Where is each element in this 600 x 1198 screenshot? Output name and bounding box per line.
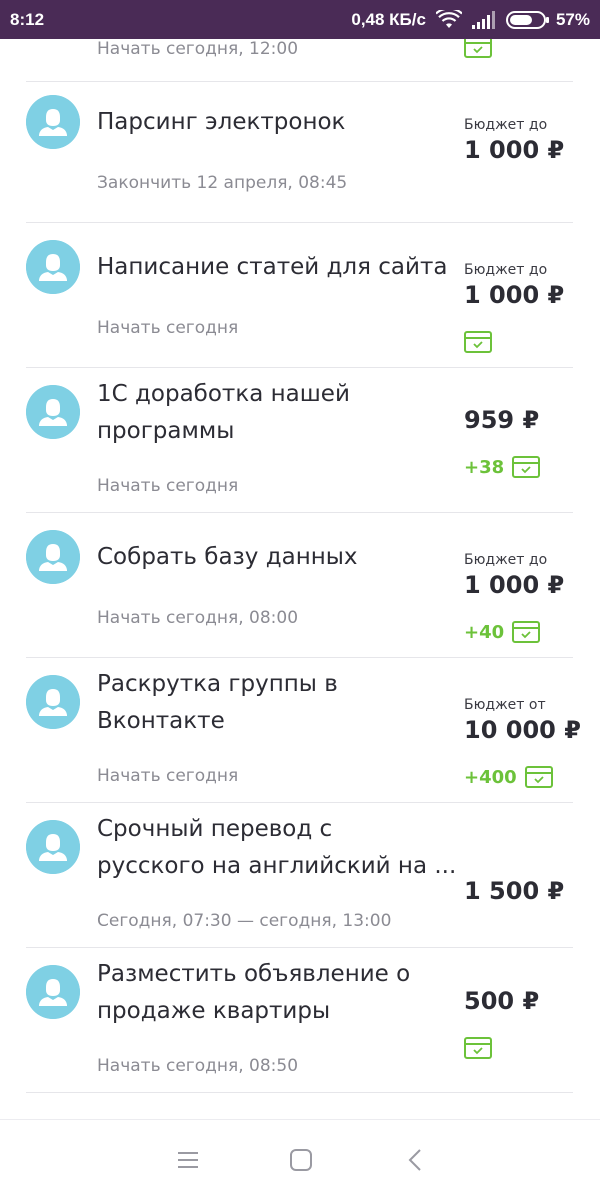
avatar-icon — [26, 965, 80, 1019]
bonus-points: +400 — [464, 766, 517, 788]
network-speed: 0,48 КБ/с — [351, 9, 426, 29]
budget-label: Бюджет до — [464, 117, 548, 133]
status-time: 8:12 — [10, 9, 45, 29]
task-price: 959 ₽ — [464, 406, 540, 434]
task-title: 1С доработка нашей программы — [97, 376, 457, 450]
task-subtitle: Начать сегодня — [97, 476, 239, 496]
back-chevron-icon[interactable] — [403, 1147, 429, 1173]
task-subtitle: Начать сегодня — [97, 318, 239, 338]
task-subtitle: Закончить 12 апреля, 08:45 — [97, 173, 348, 193]
avatar-icon — [26, 95, 80, 149]
wifi-icon — [435, 9, 462, 30]
avatar-icon — [26, 530, 80, 584]
safe-payment-card-icon — [464, 1037, 492, 1059]
bonus-row — [464, 39, 492, 58]
bonus-row: +38 — [464, 456, 541, 478]
task-title-line: программы — [97, 418, 235, 444]
task-title-line: Срочный перевод с — [97, 816, 333, 842]
task-title: Написание статей для сайта — [97, 249, 457, 286]
budget-label: Бюджет от — [464, 697, 546, 713]
task-price: 500 ₽ — [464, 987, 540, 1015]
task-title-line: Парсинг электронок — [97, 109, 346, 135]
task-title-line: Вконтакте — [97, 708, 225, 734]
task-subtitle: Начать сегодня, 12:00 — [97, 39, 299, 59]
bonus-row: +40 — [464, 621, 541, 643]
task-price: 1 000 ₽ — [464, 571, 565, 599]
task-subtitle: Начать сегодня, 08:50 — [97, 1056, 299, 1076]
task-title-line: русского на английский на ... — [97, 853, 457, 879]
task-title-line: Написание статей для сайта — [97, 254, 448, 280]
task-title-line: Собрать базу данных — [97, 544, 358, 570]
task-price: 1 000 ₽ — [464, 281, 565, 309]
task-title-line: 1С доработка нашей — [97, 381, 350, 407]
avatar-icon — [26, 675, 80, 729]
safe-payment-card-icon — [464, 331, 492, 353]
task-subtitle: Начать сегодня — [97, 766, 239, 786]
task-title-line: продаже квартиры — [97, 998, 331, 1024]
status-right: 0,48 КБ/с 57% — [351, 9, 590, 30]
task-item[interactable]: Парсинг электронок Закончить 12 апреля, 0… — [26, 78, 573, 223]
task-list[interactable]: Начать сегодня, 12:00 Парсинг электронок З… — [0, 39, 600, 1119]
system-nav-bar — [0, 1119, 600, 1198]
task-item[interactable]: Раскрутка группы в Вконтакте Начать сегодн… — [26, 658, 581, 803]
task-price: 1 500 ₽ — [464, 877, 565, 905]
task-item[interactable]: Собрать базу данных Начать сегодня, 08:00… — [26, 513, 573, 658]
home-square-icon[interactable] — [288, 1147, 314, 1173]
task-price: 1 000 ₽ — [464, 136, 565, 164]
budget-label: Бюджет до — [464, 552, 548, 568]
task-item[interactable]: Написание статей для сайта Начать сегодня… — [26, 223, 573, 368]
task-title: Собрать базу данных — [97, 539, 457, 576]
task-subtitle: Начать сегодня, 08:00 — [97, 608, 299, 628]
bonus-row — [464, 1037, 492, 1059]
bonus-points: +40 — [464, 621, 505, 643]
battery: 57% — [505, 9, 590, 30]
bonus-points: +38 — [464, 456, 505, 478]
task-item[interactable]: 1С доработка нашей программы Начать сегодн… — [26, 368, 573, 513]
task-subtitle: Сегодня, 07:30 — сегодня, 13:00 — [97, 911, 392, 931]
bonus-row: +400 — [464, 766, 553, 788]
bonus-row — [464, 331, 492, 353]
battery-percent: 57% — [555, 9, 590, 29]
task-item[interactable]: Срочный перевод с русского на английский … — [26, 803, 573, 948]
signal-icon — [471, 10, 496, 29]
task-title-line: Разместить объявление о — [97, 961, 411, 987]
safe-payment-card-icon — [512, 456, 541, 478]
budget-label: Бюджет до — [464, 262, 548, 278]
safe-payment-card-icon — [524, 766, 553, 788]
avatar-icon — [26, 240, 80, 294]
avatar-icon — [26, 385, 80, 439]
battery-icon — [505, 10, 549, 29]
task-title-line: Раскрутка группы в — [97, 671, 338, 697]
task-title: Разместить объявление о продаже квартиры — [97, 956, 457, 1030]
task-item[interactable]: Разместить объявление о продаже квартиры Н… — [26, 948, 573, 1093]
task-title: Раскрутка группы в Вконтакте — [97, 666, 457, 740]
safe-payment-card-icon — [464, 39, 492, 58]
status-bar: 8:12 0,48 КБ/с 57% — [0, 0, 600, 39]
task-price: 10 000 ₽ — [464, 716, 581, 744]
task-item[interactable]: Начать сегодня, 12:00 — [26, 39, 573, 82]
safe-payment-card-icon — [512, 621, 541, 643]
task-title: Срочный перевод с русского на английский … — [97, 811, 457, 885]
task-title: Парсинг электронок — [97, 104, 457, 141]
menu-icon[interactable] — [175, 1147, 201, 1173]
avatar-icon — [26, 820, 80, 874]
